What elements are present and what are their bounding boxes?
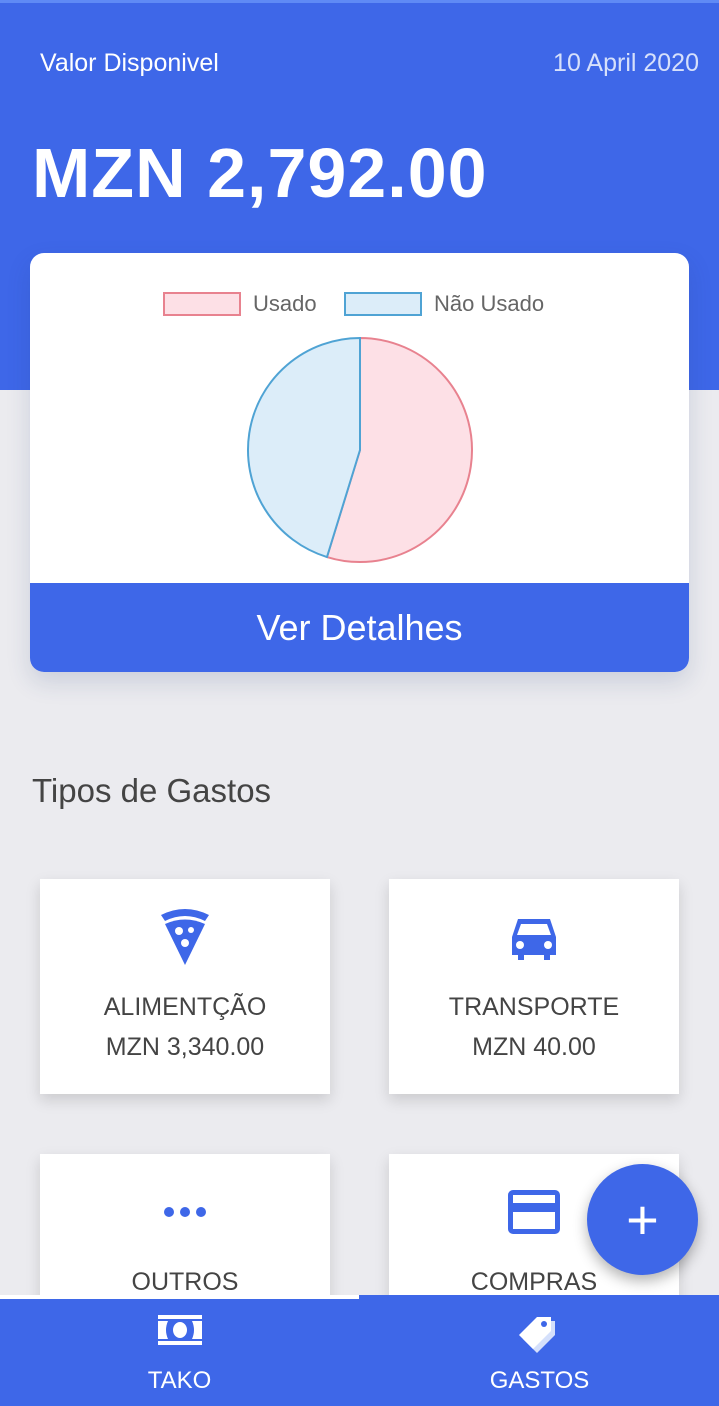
nav-tab-gastos[interactable]: GASTOS (360, 1295, 719, 1406)
category-name: ALIMENTÇÃO (103, 993, 267, 1021)
category-amount: MZN 3,340.00 (105, 1033, 265, 1061)
bottom-navigation: TAKO GASTOS (0, 1295, 719, 1406)
current-date: 10 April 2020 (553, 49, 699, 77)
car-icon (389, 907, 679, 967)
category-tile-transport[interactable]: TRANSPORTE MZN 40.00 (389, 879, 679, 1094)
usage-pie-chart (247, 336, 473, 563)
usage-chart-card: Usado Não Usado Ver Detalhes (30, 253, 689, 672)
view-details-button[interactable]: Ver Detalhes (30, 583, 689, 672)
tags-icon (360, 1315, 719, 1355)
more-horizontal-icon (40, 1182, 330, 1242)
category-amount: MZN 40.00 (472, 1033, 596, 1061)
section-title: Tipos de Gastos (32, 772, 272, 809)
add-expense-button[interactable]: + (587, 1164, 698, 1275)
category-tile-food[interactable]: ALIMENTÇÃO MZN 3,340.00 (40, 879, 330, 1094)
category-name: OUTROS (131, 1268, 239, 1296)
available-balance: MZN 2,792.00 (32, 134, 488, 212)
available-label: Valor Disponivel (40, 49, 219, 77)
nav-tab-tako[interactable]: TAKO (0, 1295, 359, 1406)
money-icon (0, 1315, 359, 1355)
nav-label-gastos: GASTOS (489, 1367, 590, 1394)
category-name: TRANSPORTE (448, 993, 620, 1021)
pizza-icon (40, 907, 330, 967)
nav-label-tako: TAKO (147, 1367, 212, 1394)
